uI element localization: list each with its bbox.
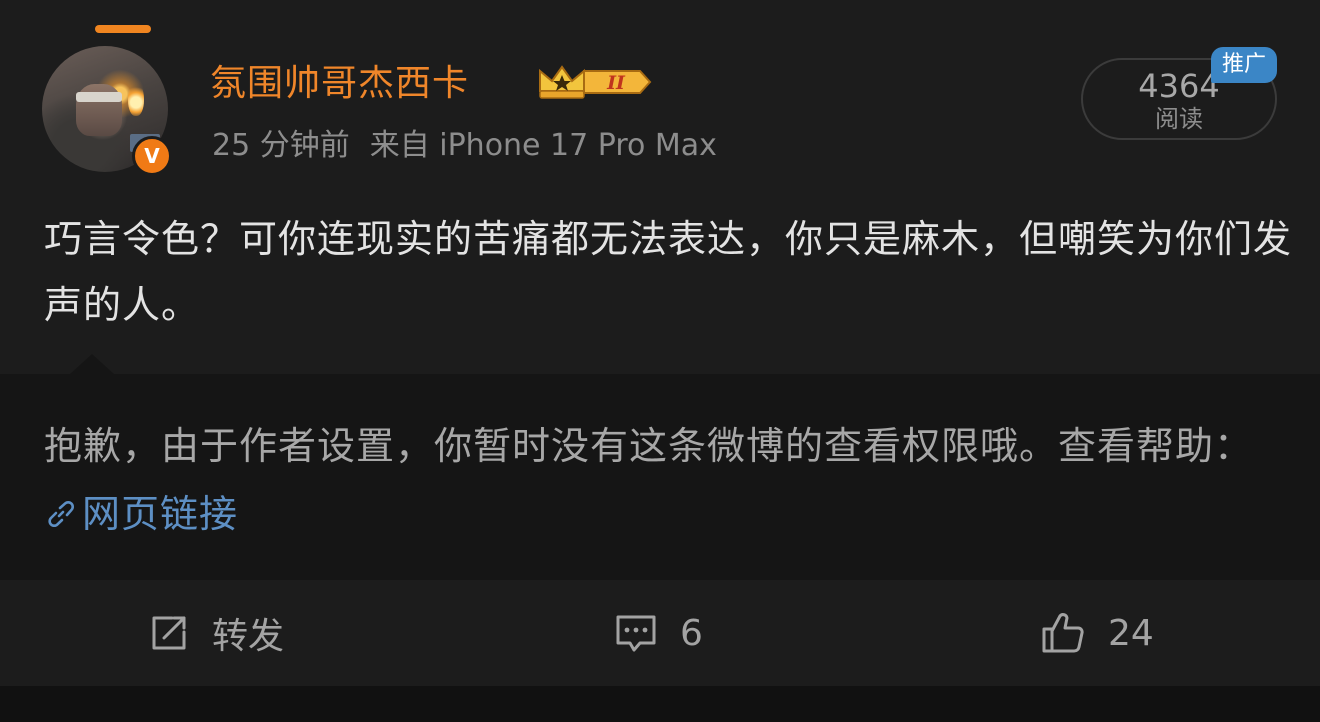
post-card: V 氛围帅哥杰西卡 II 25 分钟前 来自 iPhone 17 Pro Max … xyxy=(0,0,1320,374)
like-count: 24 xyxy=(1108,612,1154,654)
notice-message: 抱歉，由于作者设置，你暂时没有这条微博的查看权限哦。查看帮助： xyxy=(44,424,1254,468)
notice-arrow xyxy=(70,354,114,374)
notice-text: 抱歉，由于作者设置，你暂时没有这条微博的查看权限哦。查看帮助： 网页链接 xyxy=(44,412,1294,548)
bottom-divider xyxy=(0,686,1320,722)
verified-badge-icon: V xyxy=(132,136,172,176)
comment-count: 6 xyxy=(680,612,703,654)
like-button[interactable]: 24 xyxy=(1040,580,1154,686)
avatar-flame xyxy=(128,82,144,116)
level-badge-text: II xyxy=(606,72,626,94)
repost-label: 转发 xyxy=(212,616,285,657)
post-time: 25 分钟前 xyxy=(212,128,350,163)
repost-button[interactable]: 转发 xyxy=(148,580,284,686)
avatar-bandana xyxy=(76,92,122,102)
comment-button[interactable]: 6 xyxy=(614,580,703,686)
username[interactable]: 氛围帅哥杰西卡 xyxy=(210,56,469,112)
top-accent-bar xyxy=(95,25,151,33)
post-meta: 25 分钟前 来自 iPhone 17 Pro Max xyxy=(212,124,717,168)
reads-label: 阅读 xyxy=(1155,105,1203,133)
promo-tag: 推广 xyxy=(1211,47,1277,83)
thumbs-up-icon xyxy=(1042,613,1084,653)
post-source: 来自 iPhone 17 Pro Max xyxy=(369,128,717,163)
comment-bubble-icon xyxy=(616,615,656,652)
action-bar: 转发 6 24 xyxy=(0,580,1320,686)
post-text[interactable]: 巧言令色？可你连现实的苦痛都无法表达，你只是麻木，但嘲笑为你们发声的人。 xyxy=(44,206,1294,338)
web-link-label: 网页链接 xyxy=(82,492,239,536)
share-box-icon xyxy=(152,616,186,650)
web-link[interactable]: 网页链接 xyxy=(44,492,238,536)
link-icon xyxy=(48,500,75,528)
crown-icon[interactable]: II xyxy=(536,61,652,103)
